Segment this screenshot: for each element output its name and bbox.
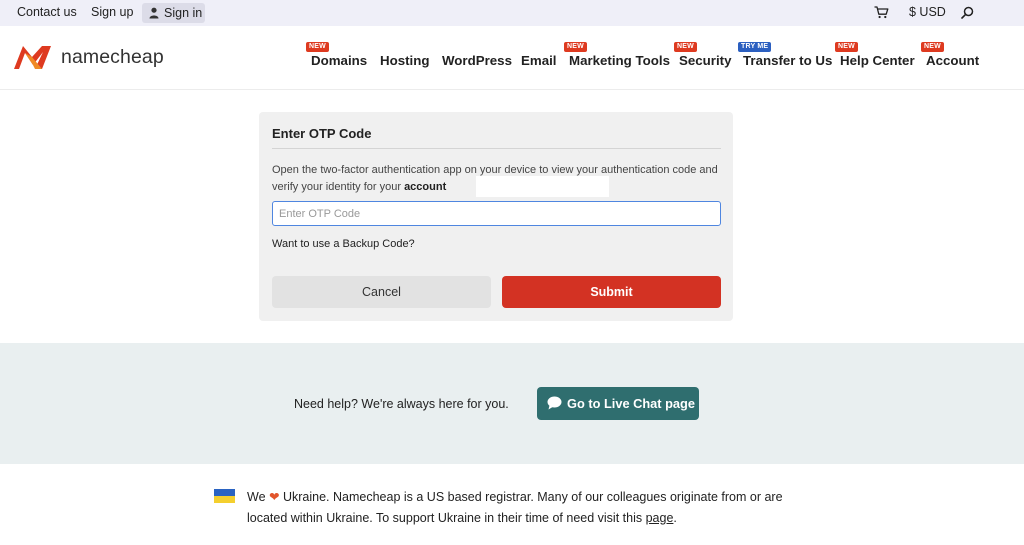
chat-bubble-icon	[547, 396, 562, 410]
nav-item-help-center[interactable]: Help Center	[840, 53, 915, 71]
sign-up-link[interactable]: Sign up	[91, 0, 133, 26]
otp-description-account: account	[404, 180, 447, 193]
ukraine-text-body: Ukraine. Namecheap is a US based registr…	[247, 490, 783, 525]
live-chat-button[interactable]: Go to Live Chat page	[537, 387, 699, 420]
cancel-button[interactable]: Cancel	[272, 276, 491, 308]
badge-new-marketing-tools: NEW	[564, 42, 587, 52]
ukraine-notice: We ❤ Ukraine. Namecheap is a US based re…	[247, 487, 787, 529]
badge-new-help-center: NEW	[835, 42, 858, 52]
namecheap-logo-mark-icon	[14, 46, 51, 69]
ukraine-text-before: We	[247, 490, 266, 504]
nav-item-account[interactable]: Account	[926, 53, 979, 71]
nav-item-domains[interactable]: Domains	[311, 53, 367, 71]
sign-in-button[interactable]: Sign in	[142, 3, 205, 23]
badge-new-security: NEW	[674, 42, 697, 52]
cart-icon[interactable]	[874, 6, 889, 19]
live-chat-label: Go to Live Chat page	[567, 396, 695, 411]
brand-name: namecheap	[61, 46, 164, 68]
otp-card-title: Enter OTP Code	[272, 126, 372, 141]
user-icon	[149, 7, 159, 19]
badge-new-account: NEW	[921, 42, 944, 52]
nav-item-hosting[interactable]: Hosting	[380, 53, 430, 71]
namecheap-logo[interactable]: namecheap	[11, 43, 164, 71]
help-section: Need help? We're always here for you. Go…	[0, 343, 1024, 464]
submit-button[interactable]: Submit	[502, 276, 721, 308]
card-divider	[272, 148, 721, 149]
ukraine-page-link[interactable]: page	[646, 511, 674, 525]
badge-try-me-transfer: TRY ME	[738, 42, 772, 52]
top-utility-bar: Contact us Sign up Sign in $ USD	[0, 0, 1024, 26]
nav-item-security[interactable]: Security	[679, 53, 731, 71]
ukraine-text-end: .	[673, 511, 677, 525]
ukraine-flag-icon	[214, 489, 235, 503]
help-text: Need help? We're always here for you.	[294, 397, 509, 411]
redacted-account-name	[476, 176, 609, 197]
otp-card: Enter OTP Code Open the two-factor authe…	[259, 112, 733, 321]
search-icon[interactable]	[961, 6, 974, 19]
nav-item-wordpress[interactable]: WordPress	[442, 53, 512, 71]
nav-item-transfer-to-us[interactable]: Transfer to Us	[743, 53, 832, 71]
heart-icon: ❤	[269, 490, 280, 504]
backup-code-link[interactable]: Want to use a Backup Code?	[272, 238, 415, 250]
sign-in-label: Sign in	[164, 6, 203, 20]
nav-item-email[interactable]: Email	[521, 53, 556, 71]
main-navigation: namecheap NEW Domains Hosting WordPress …	[0, 26, 1024, 90]
currency-selector[interactable]: $ USD	[909, 0, 946, 26]
otp-code-input[interactable]	[272, 201, 721, 226]
nav-item-marketing-tools[interactable]: Marketing Tools	[569, 53, 670, 71]
badge-new-domains: NEW	[306, 42, 329, 52]
contact-us-link[interactable]: Contact us	[17, 0, 77, 26]
